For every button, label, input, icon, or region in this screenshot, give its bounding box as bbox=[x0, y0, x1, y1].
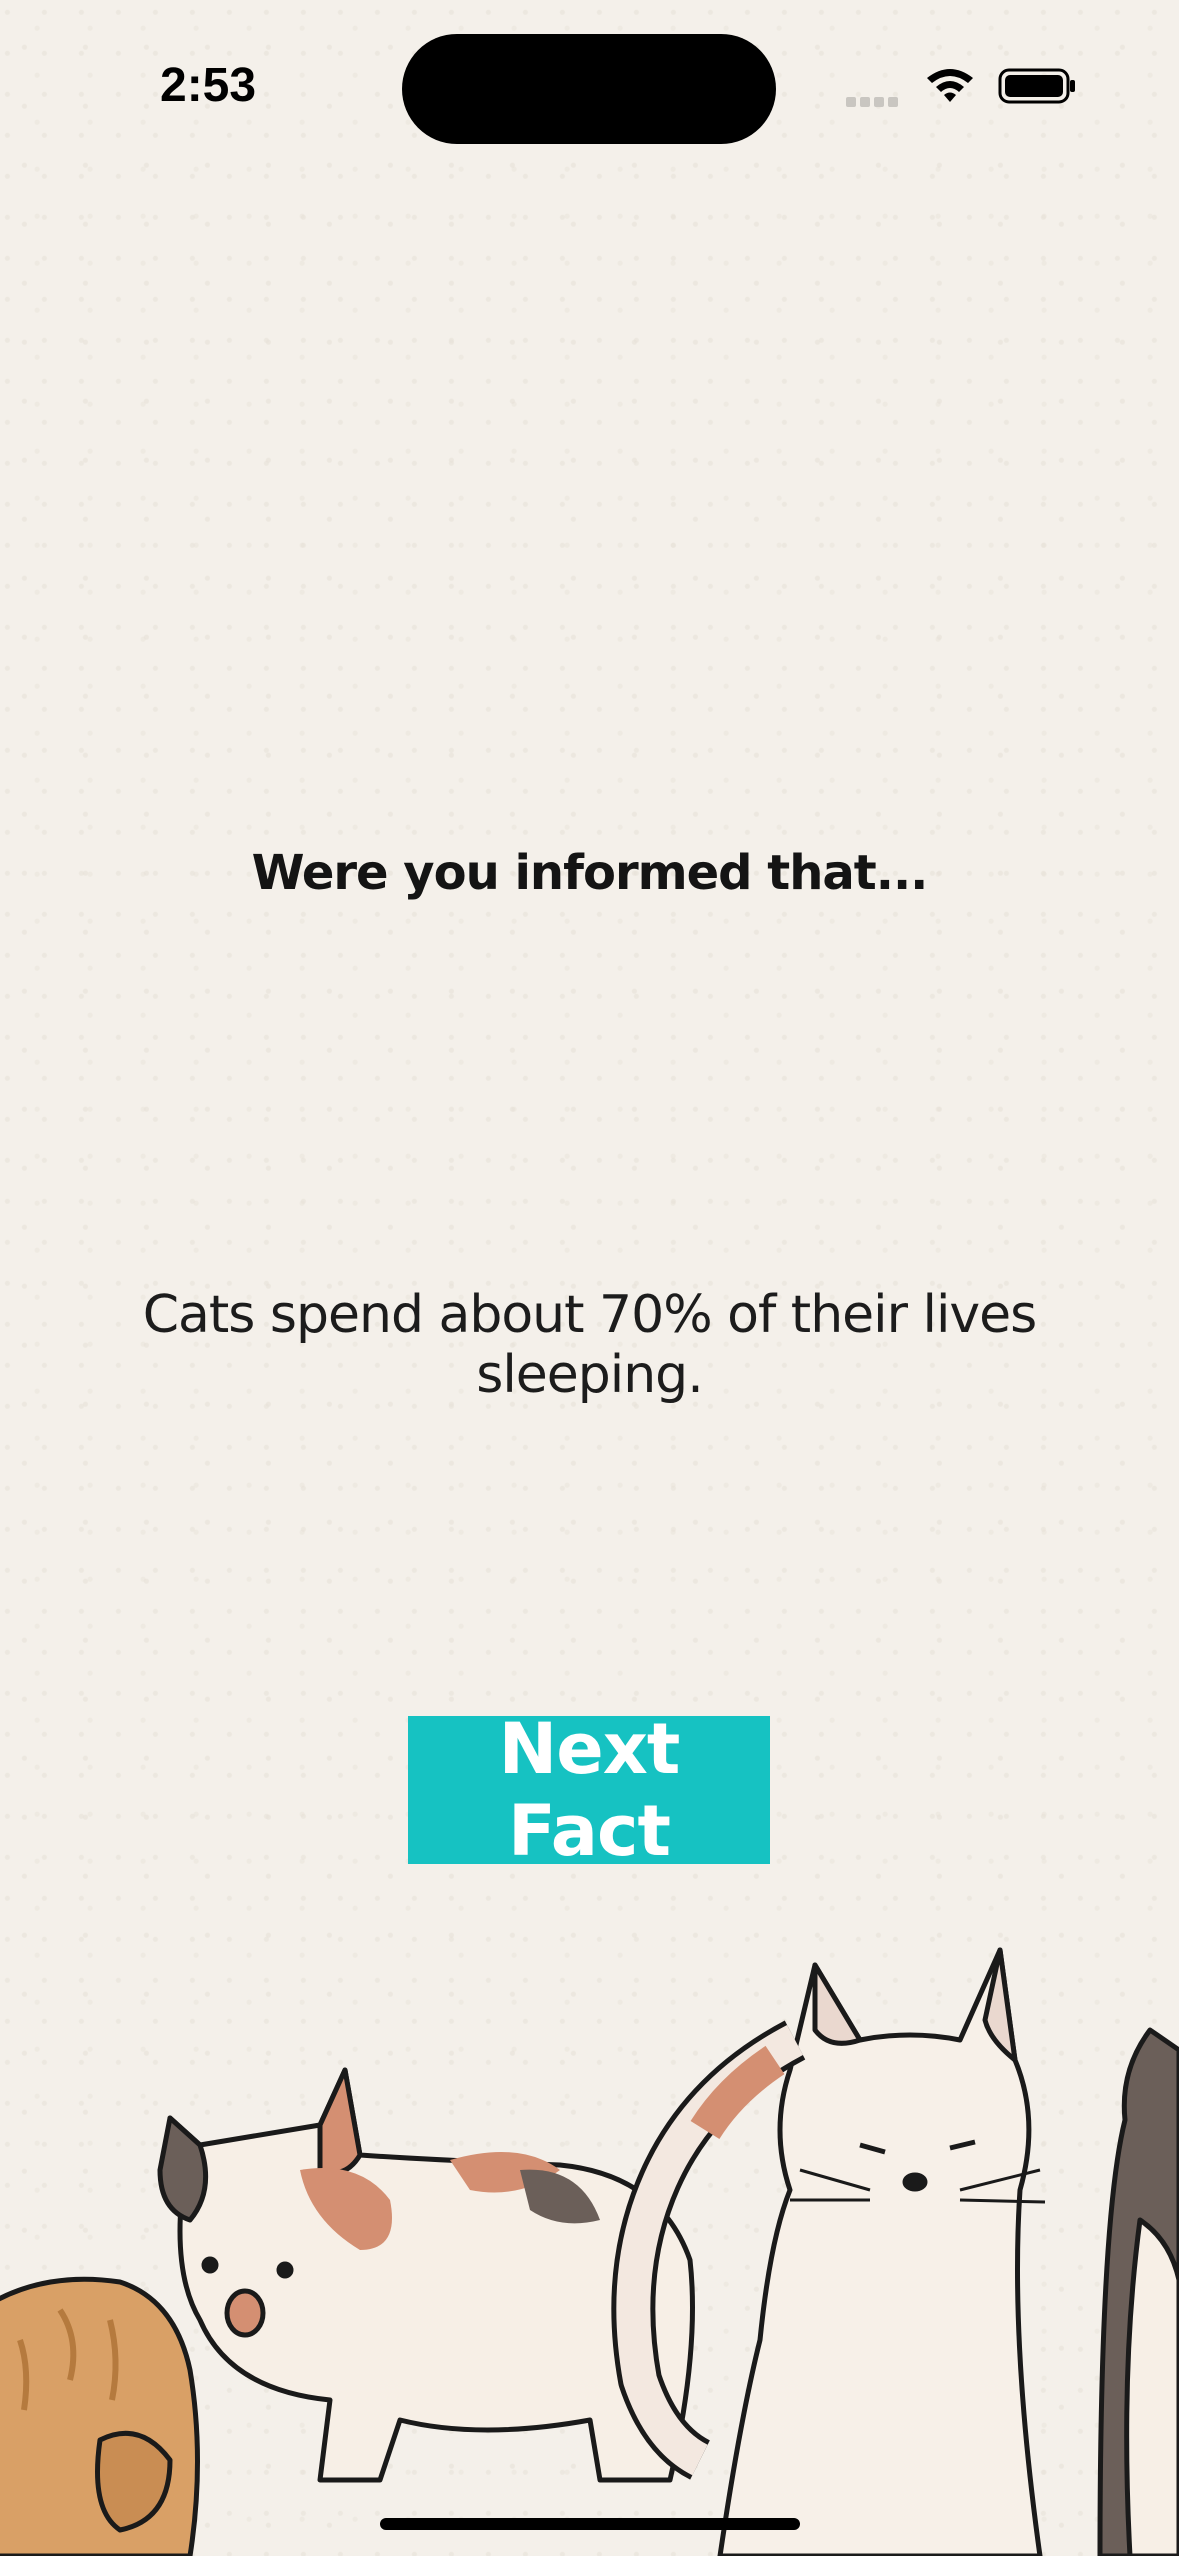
status-bar: 2:53 bbox=[0, 0, 1179, 170]
next-fact-button[interactable]: Next Fact bbox=[408, 1708, 770, 1872]
fact-heading: Were you informed that... bbox=[251, 845, 929, 901]
dynamic-island bbox=[402, 34, 776, 144]
wifi-icon bbox=[927, 69, 973, 102]
status-time: 2:53 bbox=[160, 59, 257, 112]
cats-illustration bbox=[0, 1947, 1179, 2556]
white-cat bbox=[611, 1947, 1046, 2556]
calico-cat bbox=[157, 2067, 695, 2483]
home-indicator bbox=[380, 2518, 800, 2530]
grey-cat bbox=[1097, 2027, 1179, 2556]
orange-cat bbox=[0, 2276, 200, 2556]
cat-fact-text: Cats spend about 70% of their lives slee… bbox=[142, 1285, 1038, 1405]
battery-icon bbox=[998, 68, 1075, 104]
signal-icon bbox=[846, 94, 906, 107]
